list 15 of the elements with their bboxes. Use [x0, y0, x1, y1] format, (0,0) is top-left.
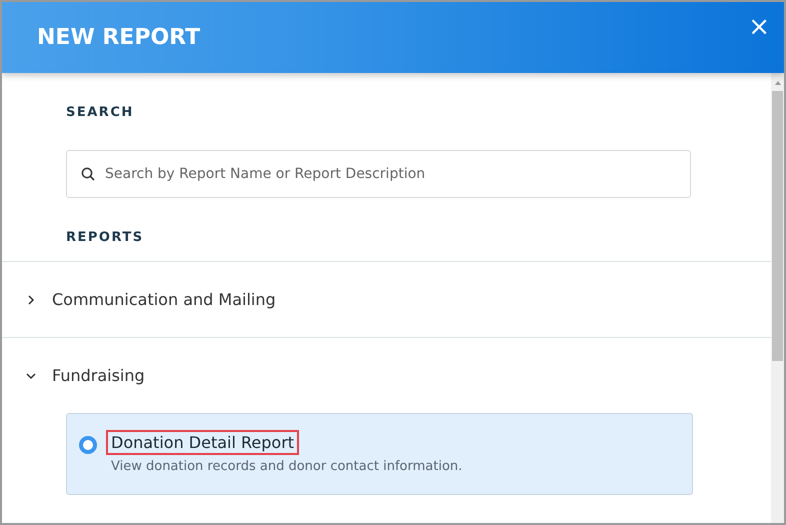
chevron-right-icon — [26, 294, 36, 304]
scroll-thumb[interactable] — [772, 91, 783, 361]
section-label: SEARCH — [66, 105, 135, 120]
report-option[interactable]: Donation Detail Report View donation records and donor contact information. — [66, 413, 693, 495]
dialog-title: NEW REPORT — [37, 25, 200, 50]
close-button[interactable]: × — [746, 14, 772, 40]
scroll-up-icon[interactable] — [772, 79, 782, 87]
search-field[interactable]: Search by Report Name or Report Description — [66, 150, 691, 198]
report-name: Donation Detail Report — [106, 430, 300, 455]
chevron-down-icon — [26, 370, 36, 380]
scrollbar[interactable] — [771, 73, 784, 523]
section-label: REPORTS — [66, 230, 145, 245]
report-description: View donation records and donor contact information. — [111, 459, 462, 474]
category-row[interactable]: Communication and Mailing — [2, 261, 771, 337]
radio-button[interactable] — [79, 436, 97, 454]
